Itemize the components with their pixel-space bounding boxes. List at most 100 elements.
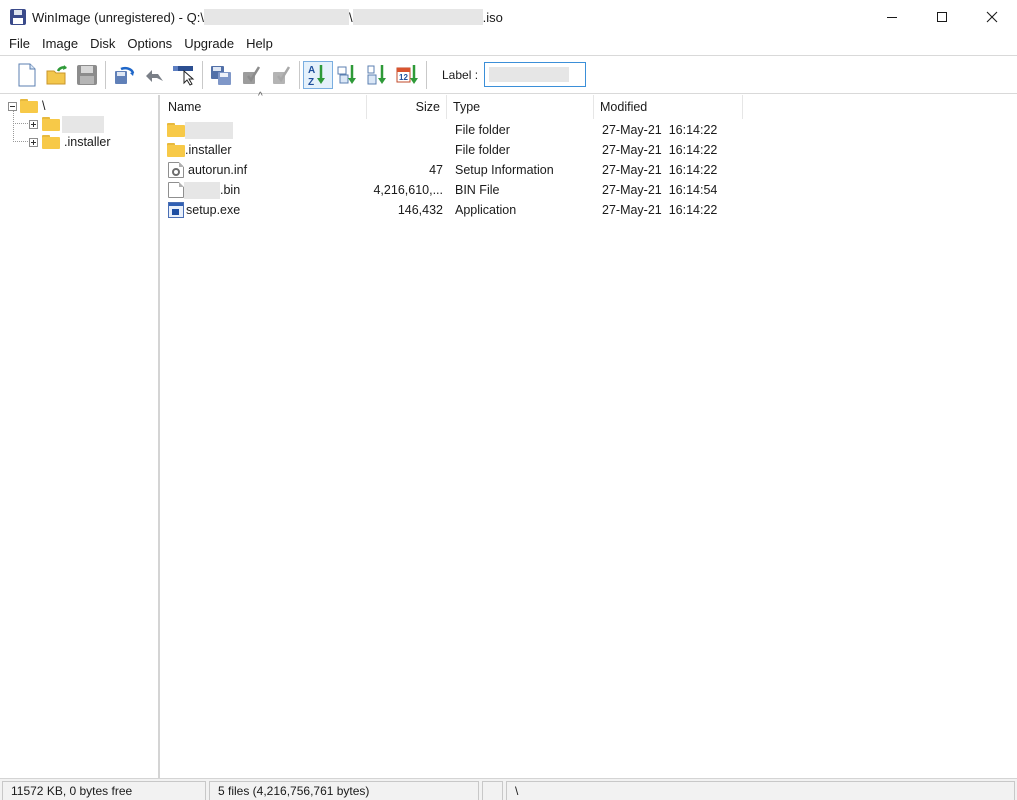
- file-modified: 27-May-21 16:14:54: [602, 183, 718, 197]
- application-icon: [168, 202, 184, 218]
- collapse-icon[interactable]: [8, 101, 17, 111]
- menu-file[interactable]: File: [3, 34, 36, 54]
- menu-disk[interactable]: Disk: [84, 34, 121, 54]
- table-row[interactable]: File folder 27-May-21 16:14:22: [162, 120, 743, 140]
- floppy-disk-icon: [10, 9, 26, 25]
- status-empty-panel: [482, 781, 503, 800]
- tree-item-label: .installer: [64, 135, 111, 149]
- file-modified: 27-May-21 16:14:22: [602, 143, 718, 157]
- column-type-label: Type: [453, 100, 481, 114]
- new-icon: [18, 63, 36, 86]
- column-type[interactable]: Type: [447, 95, 594, 119]
- close-button[interactable]: [967, 0, 1017, 34]
- inject-button[interactable]: [109, 61, 139, 89]
- redacted-folder-name: [185, 121, 233, 139]
- svg-text:A: A: [308, 65, 315, 76]
- sort-date-icon: 12: [396, 64, 418, 84]
- tree-root[interactable]: \: [8, 97, 45, 115]
- check-disabled-button[interactable]: [266, 61, 296, 89]
- extract-button[interactable]: [139, 61, 169, 89]
- close-icon: [986, 11, 998, 23]
- check-disabled-icon: [273, 65, 291, 84]
- table-row[interactable]: autorun.inf 47 Setup Information 27-May-…: [162, 160, 743, 180]
- toolbar-separator: [299, 60, 300, 89]
- menu-upgrade[interactable]: Upgrade: [178, 34, 240, 54]
- file-type: Application: [455, 203, 517, 217]
- redacted-folder: [203, 9, 349, 25]
- file-size: [367, 140, 447, 160]
- file-size: [367, 120, 447, 140]
- sort-ext-icon: [337, 64, 356, 84]
- status-disk-space: 11572 KB, 0 bytes free: [2, 781, 206, 800]
- volume-label-input[interactable]: [484, 62, 587, 87]
- select-icon: [173, 65, 195, 86]
- sort-size-icon: [367, 64, 386, 84]
- tree-item-redacted[interactable]: [29, 115, 104, 133]
- file-modified: 27-May-21 16:14:22: [602, 203, 718, 217]
- table-row[interactable]: .installer File folder 27-May-21 16:14:2…: [162, 140, 743, 160]
- maximize-button[interactable]: [917, 0, 967, 34]
- folder-icon: [167, 123, 185, 137]
- expand-icon[interactable]: [29, 119, 38, 129]
- menu-image[interactable]: Image: [36, 34, 84, 54]
- copy-disk-icon: [211, 65, 231, 85]
- redacted-file-name: [184, 181, 220, 199]
- status-path: \: [506, 781, 1015, 800]
- redacted-label: [489, 67, 570, 82]
- open-icon: [46, 64, 67, 84]
- toolbar: AZ 12 Label :: [0, 55, 1017, 94]
- label-caption: Label :: [442, 67, 479, 82]
- file-type: BIN File: [455, 183, 500, 197]
- sort-date-button[interactable]: 12: [393, 61, 423, 89]
- folder-icon: [42, 135, 60, 149]
- folder-icon: [20, 99, 38, 113]
- status-file-count: 5 files (4,216,756,761 bytes): [209, 781, 479, 800]
- file-name: .installer: [185, 143, 232, 157]
- folder-icon: [167, 143, 185, 157]
- redacted-filename: [352, 9, 483, 25]
- maximize-icon: [937, 12, 947, 22]
- sort-name-icon: AZ: [308, 64, 325, 87]
- minimize-button[interactable]: [867, 0, 917, 34]
- select-button[interactable]: [169, 61, 199, 89]
- folder-icon: [42, 117, 60, 131]
- toolbar-separator: [105, 60, 106, 89]
- table-row[interactable]: .bin 4,216,610,... BIN File 27-May-21 16…: [162, 180, 743, 200]
- check-icon: [243, 65, 261, 84]
- sort-size-button[interactable]: [363, 61, 393, 89]
- sort-extension-button[interactable]: [333, 61, 363, 89]
- column-size[interactable]: Size: [367, 95, 447, 119]
- table-row[interactable]: setup.exe 146,432 Application 27-May-21 …: [162, 200, 743, 220]
- minimize-icon: [887, 17, 897, 18]
- tree-item-installer[interactable]: .installer: [29, 133, 111, 151]
- toolbar-separator: [202, 60, 203, 89]
- column-modified-label: Modified: [600, 100, 648, 114]
- extract-icon: [146, 69, 163, 82]
- menu-help[interactable]: Help: [240, 34, 279, 54]
- redacted-folder-name: [62, 115, 104, 133]
- check-button[interactable]: [236, 61, 266, 89]
- file-modified: 27-May-21 16:14:22: [602, 123, 718, 137]
- file-icon: [168, 182, 184, 198]
- sort-ascending-icon: ^: [258, 91, 263, 102]
- expand-icon[interactable]: [29, 137, 38, 147]
- file-type: File folder: [455, 123, 510, 137]
- copy-disk-button[interactable]: [206, 61, 236, 89]
- title-prefix: WinImage (unregistered) - Q:\: [32, 9, 204, 25]
- sort-name-button[interactable]: AZ: [303, 60, 333, 89]
- file-list: ^ Name Size Type Modified File folder 27…: [162, 91, 1017, 778]
- menu-bar: File Image Disk Options Upgrade Help: [0, 34, 1017, 54]
- save-icon: [77, 64, 97, 85]
- title-bar: WinImage (unregistered) - Q:\ \ .iso: [0, 0, 1017, 34]
- file-name: autorun.inf: [188, 163, 248, 177]
- open-button[interactable]: [42, 61, 72, 89]
- column-modified[interactable]: Modified: [594, 95, 743, 119]
- menu-options[interactable]: Options: [121, 34, 178, 54]
- save-button[interactable]: [72, 61, 102, 89]
- column-name[interactable]: ^ Name: [162, 91, 367, 119]
- status-bar: 11572 KB, 0 bytes free 5 files (4,216,75…: [0, 778, 1017, 800]
- file-name: setup.exe: [186, 203, 241, 217]
- file-name: .bin: [220, 183, 241, 197]
- new-button[interactable]: [12, 61, 42, 89]
- list-header: ^ Name Size Type Modified: [162, 91, 743, 119]
